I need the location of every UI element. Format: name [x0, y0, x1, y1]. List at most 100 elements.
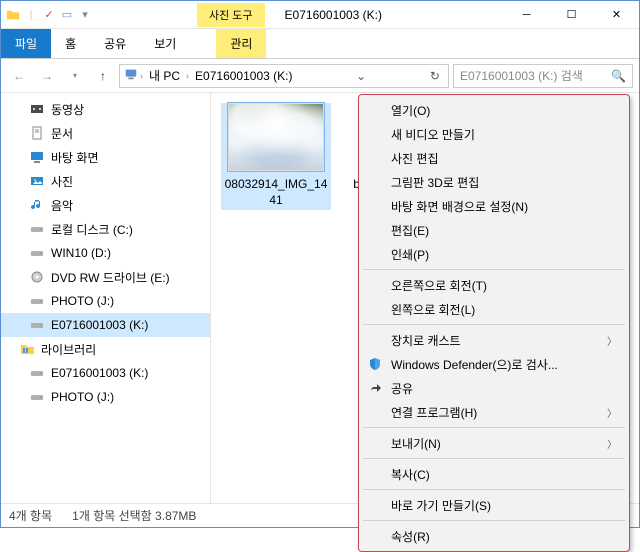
tree-item-label: E0716001003 (K:) — [51, 318, 148, 332]
menu-item[interactable]: 편집(E) — [361, 218, 627, 242]
breadcrumb[interactable]: › 내 PC › E0716001003 (K:) ⌄ ↻ — [119, 64, 449, 88]
dvd-icon — [29, 269, 45, 285]
close-button[interactable]: ✕ — [594, 1, 639, 29]
desktop-icon — [29, 149, 45, 165]
menu-separator — [363, 324, 625, 325]
tree-item-label: 로컬 디스크 (C:) — [51, 221, 133, 238]
tree-item[interactable]: 바탕 화면 — [1, 145, 210, 169]
doc-icon — [29, 125, 45, 141]
menu-item[interactable]: 공유 — [361, 376, 627, 400]
menu-item[interactable]: Windows Defender(으)로 검사... — [361, 352, 627, 376]
nav-forward-button[interactable]: → — [35, 64, 59, 88]
tree-item[interactable]: 동영상 — [1, 97, 210, 121]
menu-item-label: 복사(C) — [391, 466, 430, 483]
tab-share[interactable]: 공유 — [90, 29, 140, 58]
lib-icon — [19, 341, 35, 357]
menu-item-label: 오른쪽으로 회전(T) — [391, 277, 487, 294]
tree-item[interactable]: 문서 — [1, 121, 210, 145]
check-icon[interactable]: ✓ — [41, 7, 57, 23]
menu-item-label: 바탕 화면 배경으로 설정(N) — [391, 198, 528, 215]
tree-item[interactable]: E0716001003 (K:) — [1, 313, 210, 337]
ribbon-tabs: 파일 홈 공유 보기 관리 — [1, 29, 639, 59]
menu-item-label: 장치로 캐스트 — [391, 332, 461, 349]
tree-item-label: 사진 — [51, 173, 73, 190]
tree-item[interactable]: DVD RW 드라이브 (E:) — [1, 265, 210, 289]
maximize-button[interactable]: ☐ — [549, 1, 594, 29]
file-item[interactable]: 08032914_IMG_1441 — [221, 103, 331, 210]
tree-item-label: WIN10 (D:) — [51, 246, 111, 260]
chevron-right-icon[interactable]: › — [186, 71, 189, 81]
menu-item[interactable]: 장치로 캐스트 〉 — [361, 328, 627, 352]
nav-tree[interactable]: 동영상문서바탕 화면사진음악로컬 디스크 (C:) WIN10 (D:) DVD R… — [1, 93, 211, 503]
menu-item[interactable]: 연결 프로그램(H)〉 — [361, 400, 627, 424]
drive-icon — [29, 317, 45, 333]
menu-item[interactable]: 오른쪽으로 회전(T) — [361, 273, 627, 297]
menu-item-label: 새 비디오 만들기 — [391, 126, 475, 143]
menu-separator — [363, 458, 625, 459]
menu-item[interactable]: 바탕 화면 배경으로 설정(N) — [361, 194, 627, 218]
drive-icon — [29, 365, 45, 381]
menu-item-label: 그림판 3D로 편집 — [391, 174, 479, 191]
menu-item-label: 연결 프로그램(H) — [391, 404, 477, 421]
window-buttons: ─ ☐ ✕ — [504, 1, 639, 29]
window-title: E0716001003 (K:) — [285, 8, 382, 22]
tab-view[interactable]: 보기 — [140, 29, 190, 58]
menu-item[interactable]: 복사(C) — [361, 462, 627, 486]
tab-file[interactable]: 파일 — [1, 29, 51, 58]
context-menu[interactable]: 열기(O) 새 비디오 만들기사진 편집그림판 3D로 편집바탕 화면 배경으로 … — [358, 94, 630, 552]
tree-item[interactable]: 라이브러리 — [1, 337, 210, 361]
video-icon — [29, 101, 45, 117]
chevron-right-icon: 〉 — [607, 333, 617, 348]
menu-item[interactable]: 열기(O) — [361, 98, 627, 122]
menu-separator — [363, 520, 625, 521]
context-tab-label: 사진 도구 — [197, 3, 265, 27]
share-icon — [367, 380, 383, 396]
nav-recent-button[interactable]: ▾ — [63, 64, 87, 88]
titlebar: | ✓ ▭ ▾ 사진 도구 E0716001003 (K:) ─ ☐ ✕ — [1, 1, 639, 29]
shield-icon — [367, 356, 383, 372]
menu-item-label: 왼쪽으로 회전(L) — [391, 301, 475, 318]
tree-item[interactable]: 음악 — [1, 193, 210, 217]
menu-item[interactable]: 사진 편집 — [361, 146, 627, 170]
menu-item[interactable]: 바로 가기 만들기(S) — [361, 493, 627, 517]
menu-item-label: 공유 — [391, 380, 413, 397]
tree-item[interactable]: E0716001003 (K:) — [1, 361, 210, 385]
nav-back-button[interactable]: ← — [7, 64, 31, 88]
tree-item-label: 라이브러리 — [41, 341, 96, 358]
chevron-right-icon[interactable]: › — [140, 71, 143, 81]
tree-item[interactable]: PHOTO (J:) — [1, 385, 210, 409]
menu-separator — [363, 489, 625, 490]
chevron-right-icon: 〉 — [607, 436, 617, 451]
menu-separator — [363, 427, 625, 428]
tab-home[interactable]: 홈 — [51, 29, 90, 58]
menu-separator — [363, 269, 625, 270]
qat-divider: | — [23, 7, 39, 23]
search-input[interactable]: E0716001003 (K:) 검색 🔍 — [453, 64, 633, 88]
minimize-button[interactable]: ─ — [504, 1, 549, 29]
menu-item-label: 보내기(N) — [391, 435, 441, 452]
breadcrumb-root[interactable]: 내 PC — [145, 65, 184, 86]
status-selection: 1개 항목 선택함 3.87MB — [72, 507, 196, 524]
menu-item[interactable]: 새 비디오 만들기 — [361, 122, 627, 146]
tree-item-label: 문서 — [51, 125, 73, 142]
menu-item[interactable]: 인쇄(P) — [361, 242, 627, 266]
search-icon[interactable]: 🔍 — [611, 69, 626, 83]
breadcrumb-current[interactable]: E0716001003 (K:) — [191, 67, 296, 85]
menu-item[interactable]: 보내기(N) 〉 — [361, 431, 627, 455]
tree-item[interactable]: 로컬 디스크 (C:) — [1, 217, 210, 241]
qat-dropdown-icon[interactable]: ▾ — [77, 7, 93, 23]
properties-icon[interactable]: ▭ — [59, 7, 75, 23]
tab-manage[interactable]: 관리 — [216, 29, 266, 58]
pc-icon — [124, 67, 138, 84]
tree-item[interactable]: WIN10 (D:) — [1, 241, 210, 265]
tree-item-label: DVD RW 드라이브 (E:) — [51, 269, 170, 286]
tree-item[interactable]: PHOTO (J:) — [1, 289, 210, 313]
nav-up-button[interactable]: ↑ — [91, 64, 115, 88]
menu-item[interactable]: 왼쪽으로 회전(L) — [361, 297, 627, 321]
refresh-icon[interactable]: ↻ — [426, 69, 444, 83]
path-dropdown-icon[interactable]: ⌄ — [352, 69, 370, 83]
tree-item-label: PHOTO (J:) — [51, 390, 114, 404]
menu-item-label: 열기(O) — [391, 102, 430, 119]
tree-item[interactable]: 사진 — [1, 169, 210, 193]
menu-item[interactable]: 그림판 3D로 편집 — [361, 170, 627, 194]
